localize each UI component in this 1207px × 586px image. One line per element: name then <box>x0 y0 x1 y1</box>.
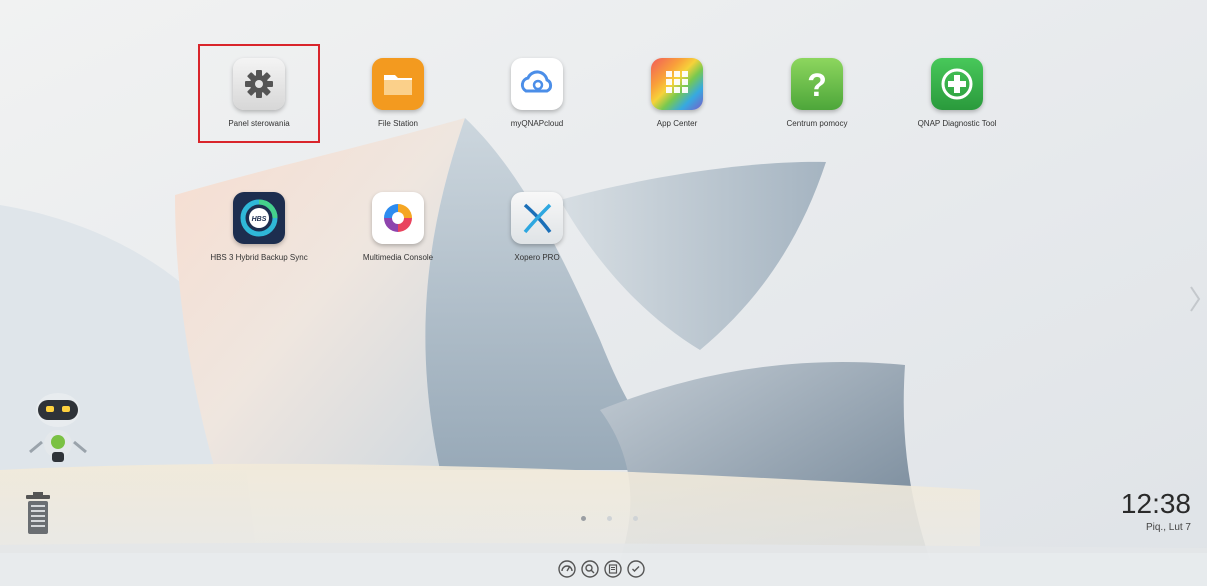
tasks-icon[interactable] <box>626 559 646 579</box>
hbs-icon-text: HBS <box>252 216 267 223</box>
folder-icon <box>372 58 424 110</box>
app-label: App Center <box>656 119 698 128</box>
robot-assistant-icon[interactable] <box>24 390 94 470</box>
app-xopero-pro[interactable]: Xopero PRO <box>477 192 597 264</box>
app-myqnapcloud[interactable]: myQNAPcloud <box>477 58 597 130</box>
bottom-dock <box>0 553 1207 586</box>
svg-text:?: ? <box>807 67 827 103</box>
app-label: QNAP Diagnostic Tool <box>917 119 997 128</box>
app-label: myQNAPcloud <box>510 119 564 128</box>
clock-time: 12:38 <box>1120 488 1191 519</box>
xopero-icon <box>511 192 563 244</box>
search-icon[interactable] <box>580 559 600 579</box>
app-label: Multimedia Console <box>362 253 434 262</box>
app-label: HBS 3 Hybrid Backup Sync <box>210 253 308 262</box>
clock-date: Piq., Lut 7 <box>1145 522 1191 533</box>
page-dot[interactable] <box>633 516 638 521</box>
app-centrum-pomocy[interactable]: ? Centrum pomocy <box>757 58 877 130</box>
page-dot[interactable] <box>581 516 586 521</box>
diagnostic-plus-icon <box>931 58 983 110</box>
trash-icon[interactable] <box>24 490 52 536</box>
gear-icon <box>233 58 285 110</box>
dashboard-icon[interactable] <box>557 559 577 579</box>
notes-icon[interactable] <box>603 559 623 579</box>
next-page-arrow-icon[interactable] <box>1188 284 1202 314</box>
app-app-center[interactable]: App Center <box>617 58 737 130</box>
page-dot[interactable] <box>607 516 612 521</box>
cloud-icon <box>511 58 563 110</box>
page-indicator <box>575 516 645 526</box>
app-label: Xopero PRO <box>514 253 560 262</box>
app-panel-sterowania[interactable]: Panel sterowania <box>199 58 319 130</box>
clock-widget: 12:38 Piq., Lut 7 <box>1121 488 1191 533</box>
app-multimedia-console[interactable]: Multimedia Console <box>338 192 458 264</box>
app-file-station[interactable]: File Station <box>338 58 458 130</box>
hbs-icon: HBS <box>233 192 285 244</box>
app-hbs3[interactable]: HBS HBS 3 Hybrid Backup Sync <box>199 192 319 264</box>
wallpaper <box>0 0 1207 586</box>
app-qnap-diagnostic-tool[interactable]: QNAP Diagnostic Tool <box>897 58 1017 130</box>
app-label: Panel sterowania <box>228 119 290 128</box>
desktop: Panel sterowania File Station myQNAPclou… <box>0 0 1207 586</box>
multimedia-icon <box>372 192 424 244</box>
app-label: Centrum pomocy <box>786 119 848 128</box>
help-icon: ? <box>791 58 843 110</box>
app-label: File Station <box>377 119 419 128</box>
app-grid-icon <box>651 58 703 110</box>
